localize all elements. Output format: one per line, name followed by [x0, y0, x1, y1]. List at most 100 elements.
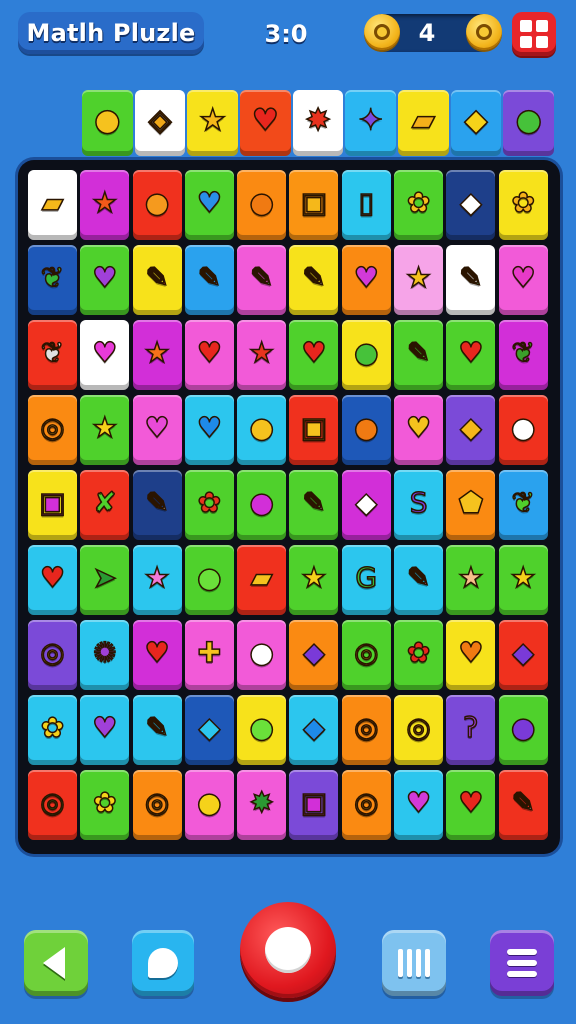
board-tile[interactable]: ✿: [28, 695, 77, 765]
board-tile[interactable]: ◆: [341, 470, 391, 540]
board-tile[interactable]: ✺: [80, 620, 130, 690]
board-tile[interactable]: ●: [498, 395, 548, 465]
board-tile[interactable]: ♥: [184, 395, 234, 465]
board-tile[interactable]: ◎: [28, 770, 77, 840]
board-tile[interactable]: ▣: [289, 395, 339, 465]
board-tile[interactable]: ❦: [498, 320, 548, 390]
board-tile[interactable]: ▣: [289, 170, 339, 240]
board-tile[interactable]: ❦: [498, 470, 548, 540]
next-tile[interactable]: ◈: [134, 90, 186, 156]
board-tile[interactable]: ◆: [498, 620, 548, 690]
board-tile[interactable]: ★: [394, 245, 444, 315]
next-tile[interactable]: ✦: [345, 90, 397, 156]
board-tile[interactable]: ●: [237, 395, 287, 465]
board-tile[interactable]: ★: [132, 320, 182, 390]
board-tile[interactable]: ✿: [394, 620, 444, 690]
board-tile[interactable]: ➤: [80, 545, 130, 615]
board-tile[interactable]: ●: [341, 320, 391, 390]
board-tile[interactable]: ✿: [394, 170, 444, 240]
board-tile[interactable]: ✎: [132, 470, 182, 540]
board-tile[interactable]: ★: [80, 395, 130, 465]
next-tile[interactable]: ★: [187, 90, 239, 156]
next-tile[interactable]: ✸: [292, 90, 344, 156]
main-action-button[interactable]: [240, 902, 336, 998]
next-tile[interactable]: ▰: [398, 90, 449, 156]
board-tile[interactable]: ♥: [80, 695, 130, 765]
board-tile[interactable]: ✘: [80, 470, 130, 540]
board-tile[interactable]: ✚: [184, 620, 234, 690]
board-tile[interactable]: ★: [446, 545, 496, 615]
pause-button[interactable]: [382, 930, 446, 996]
board-tile[interactable]: ✎: [498, 770, 548, 840]
board-tile[interactable]: ●: [184, 770, 234, 840]
board-tile[interactable]: ✎: [289, 245, 339, 315]
next-tile[interactable]: ●: [503, 90, 555, 156]
next-tile[interactable]: ♥: [240, 90, 291, 156]
board-tile[interactable]: ♥: [446, 770, 496, 840]
board-tile[interactable]: ◆: [289, 620, 339, 690]
board-tile[interactable]: ⬟: [446, 470, 496, 540]
board-tile[interactable]: G: [341, 545, 391, 615]
next-tile[interactable]: ●: [82, 90, 133, 156]
board-tile[interactable]: ●: [498, 695, 548, 765]
board-tile[interactable]: ♥: [80, 245, 130, 315]
board-tile[interactable]: ♥: [446, 320, 496, 390]
board-tile[interactable]: ▯: [341, 170, 391, 240]
board-tile[interactable]: ★: [80, 170, 130, 240]
board-tile[interactable]: ♥: [394, 395, 444, 465]
board-tile[interactable]: ◎: [28, 620, 77, 690]
board-tile[interactable]: ●: [237, 620, 287, 690]
board-tile[interactable]: ✿: [80, 770, 130, 840]
board-tile[interactable]: ▰: [28, 170, 77, 240]
next-tile[interactable]: ◆: [450, 90, 502, 156]
board-tile[interactable]: ♥: [289, 320, 339, 390]
grid-menu-button[interactable]: [512, 12, 556, 56]
board-tile[interactable]: ✎: [132, 245, 182, 315]
board-tile[interactable]: S: [394, 470, 444, 540]
board-tile[interactable]: ✿: [498, 170, 548, 240]
back-button[interactable]: [24, 930, 88, 996]
board-tile[interactable]: ◎: [394, 695, 444, 765]
board-tile[interactable]: ʔ: [446, 695, 496, 765]
board-tile[interactable]: ✎: [237, 245, 287, 315]
board-tile[interactable]: ◎: [341, 770, 391, 840]
board-tile[interactable]: ✎: [394, 320, 444, 390]
board-tile[interactable]: ▣: [28, 470, 77, 540]
board-tile[interactable]: ◎: [341, 620, 391, 690]
board-tile[interactable]: ★: [289, 545, 339, 615]
board-tile[interactable]: ◎: [132, 770, 182, 840]
board-tile[interactable]: ◎: [341, 695, 391, 765]
board-tile[interactable]: ❦: [28, 245, 77, 315]
board-tile[interactable]: ▣: [289, 770, 339, 840]
board-tile[interactable]: ✎: [289, 470, 339, 540]
board-tile[interactable]: ●: [237, 170, 287, 240]
board-tile[interactable]: ◎: [28, 395, 77, 465]
board-tile[interactable]: ✸: [237, 770, 287, 840]
board-tile[interactable]: ◆: [289, 695, 339, 765]
board-tile[interactable]: ♥: [132, 395, 182, 465]
menu-button[interactable]: [490, 930, 554, 996]
board-tile[interactable]: ♥: [184, 320, 234, 390]
board-tile[interactable]: ●: [237, 470, 287, 540]
board-tile[interactable]: ♥: [394, 770, 444, 840]
board-tile[interactable]: ▰: [237, 545, 287, 615]
board-tile[interactable]: ✎: [446, 245, 496, 315]
board-tile[interactable]: ●: [237, 695, 287, 765]
board-tile[interactable]: ♥: [184, 170, 234, 240]
board-tile[interactable]: ★: [132, 545, 182, 615]
board-tile[interactable]: ♥: [498, 245, 548, 315]
board-tile[interactable]: ✎: [394, 545, 444, 615]
board-tile[interactable]: ◆: [184, 695, 234, 765]
board-tile[interactable]: ◆: [446, 170, 496, 240]
board-tile[interactable]: ◆: [446, 395, 496, 465]
board-tile[interactable]: ♥: [80, 320, 130, 390]
board-tile[interactable]: ●: [341, 395, 391, 465]
board-tile[interactable]: ●: [184, 545, 234, 615]
board-tile[interactable]: ★: [498, 545, 548, 615]
board-tile[interactable]: ●: [132, 170, 182, 240]
board-tile[interactable]: ♥: [341, 245, 391, 315]
board-tile[interactable]: ✎: [132, 695, 182, 765]
board-tile[interactable]: ★: [237, 320, 287, 390]
board-tile[interactable]: ❦: [28, 320, 77, 390]
board-tile[interactable]: ♥: [28, 545, 77, 615]
